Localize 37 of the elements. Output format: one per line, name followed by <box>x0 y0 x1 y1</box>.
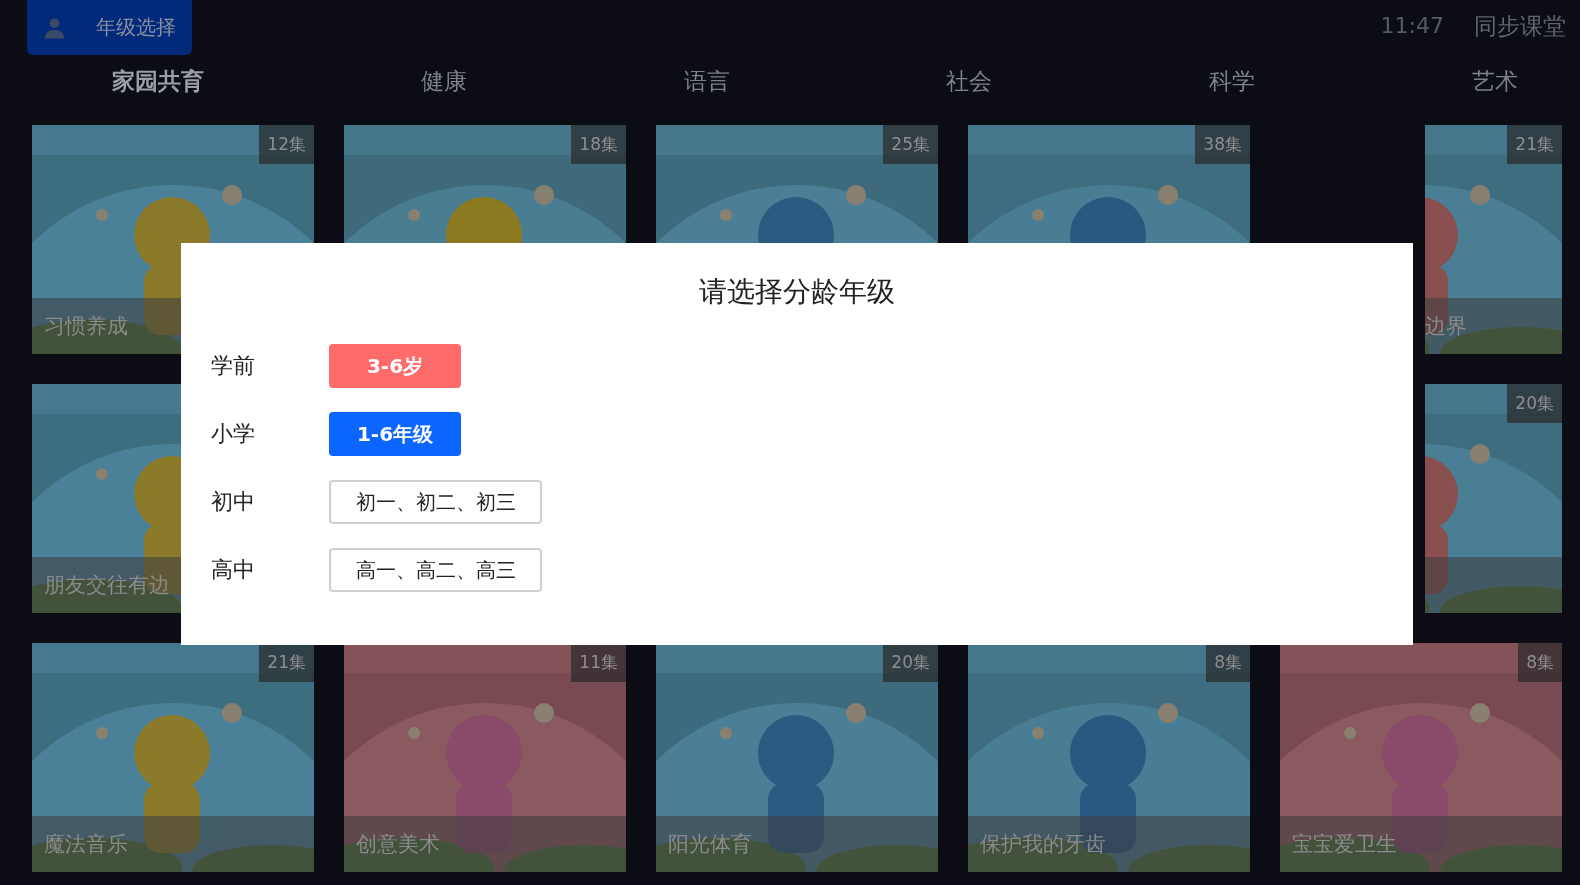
episode-count: 8集 <box>1206 643 1250 682</box>
category-tab[interactable]: 健康 <box>420 65 467 97</box>
card-title: 阳光体育 <box>668 831 752 858</box>
card-title: 保护我的牙齿 <box>980 831 1106 858</box>
category-tab[interactable]: 语言 <box>683 65 730 97</box>
card-title: 魔法音乐 <box>44 831 128 858</box>
card-title: 朋友交往有边 <box>44 572 170 599</box>
stage-label: 初中 <box>211 488 256 516</box>
stage-label: 学前 <box>211 352 256 380</box>
card-title: 习惯养成 <box>44 313 128 340</box>
category-tab[interactable]: 科学 <box>1209 65 1256 97</box>
card-title: 创意美术 <box>356 831 440 858</box>
episode-count: 20集 <box>1507 384 1562 423</box>
stage-label: 小学 <box>211 420 256 448</box>
grade-option-button[interactable]: 1-6年级 <box>329 412 461 456</box>
card-title: 宝宝爱卫生 <box>1292 831 1397 858</box>
app-title: 同步课堂 <box>1474 12 1566 41</box>
category-tab[interactable]: 社会 <box>946 65 993 97</box>
episode-count: 8集 <box>1518 643 1562 682</box>
episode-count: 18集 <box>571 125 626 164</box>
episode-count: 21集 <box>1507 125 1562 164</box>
clock-time: 11:47 <box>1380 13 1444 38</box>
category-tab[interactable]: 艺术 <box>1472 65 1518 97</box>
grade-option-button[interactable]: 3-6岁 <box>329 344 461 388</box>
episode-count: 25集 <box>883 125 938 164</box>
category-tab[interactable]: 家园共育 <box>112 65 204 97</box>
card-title: 边界 <box>1425 313 1467 340</box>
dialog-title: 请选择分龄年级 <box>698 274 896 310</box>
episode-count: 11集 <box>571 643 626 682</box>
grade-select-button[interactable]: 年级选择 <box>27 0 192 55</box>
grade-option-button[interactable]: 高一、高二、高三 <box>329 548 542 592</box>
episode-count: 38集 <box>1195 125 1250 164</box>
episode-count: 20集 <box>883 643 938 682</box>
grade-option-button[interactable]: 初一、初二、初三 <box>329 480 542 524</box>
episode-count: 21集 <box>259 643 314 682</box>
stage-label: 高中 <box>211 556 256 584</box>
episode-count: 12集 <box>259 125 314 164</box>
